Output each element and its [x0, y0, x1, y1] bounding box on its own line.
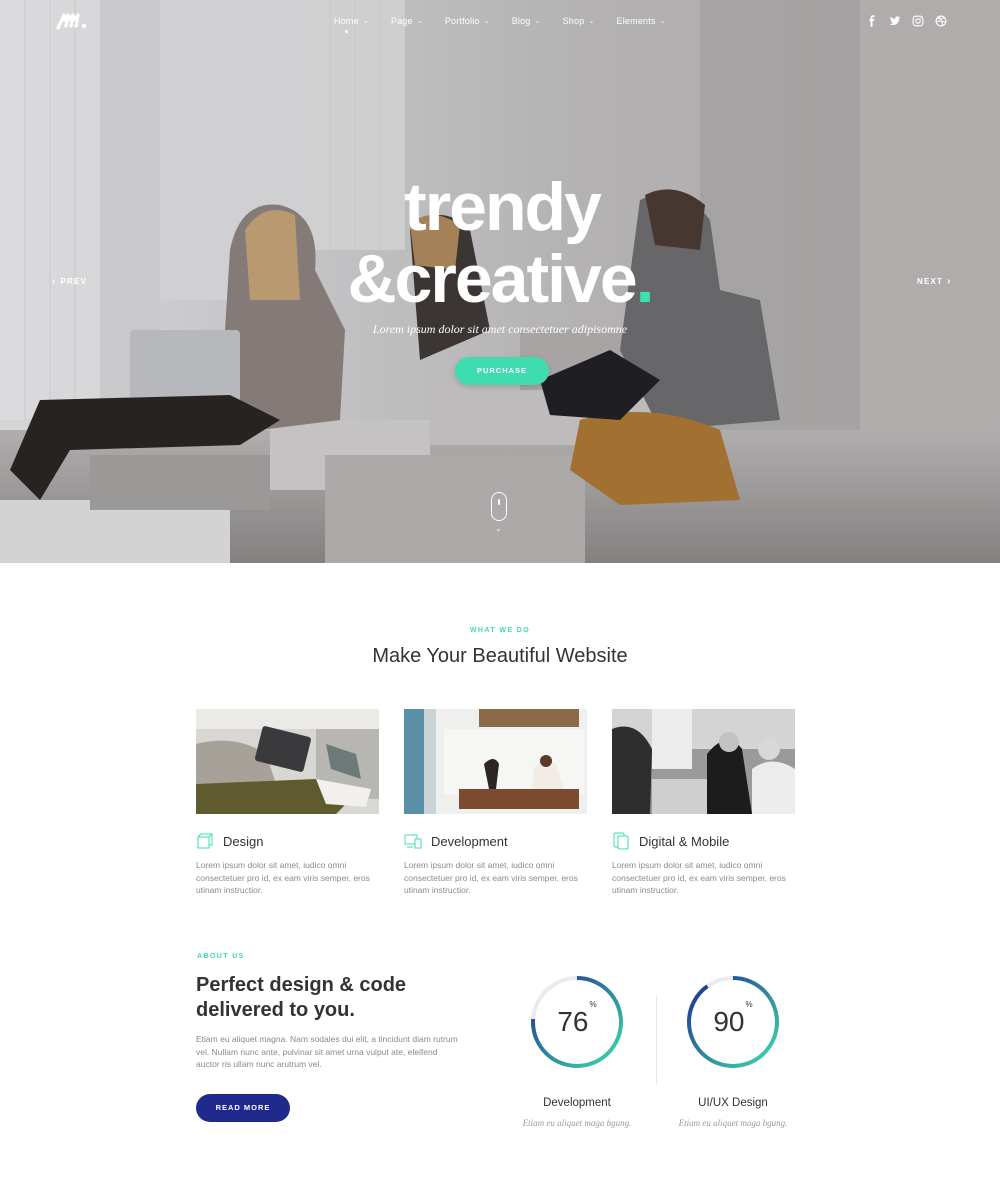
design-title: Design	[223, 833, 264, 849]
development-title: Development	[431, 833, 508, 849]
chevron-down-icon: ⌄	[495, 524, 502, 533]
about-title-line1: Perfect design & code	[196, 974, 407, 996]
twitter-icon[interactable]	[889, 15, 901, 27]
skill-value: 90%	[683, 1000, 783, 1038]
digital-mobile-title: Digital & Mobile	[639, 833, 730, 849]
nav-shop[interactable]: Shop ⌄	[563, 16, 595, 26]
skill-number: 76	[557, 1006, 589, 1037]
hero-slider: Home ⌄ Page ⌄ Portfolio ⌄ Blog ⌄ Shop ⌄ Eleme…	[0, 0, 1000, 563]
chevron-down-icon: ⌄	[483, 18, 490, 25]
hero-headline-line1: trendy	[404, 169, 602, 245]
skill-gauge-uiux: 90% UI/UX Design Etiam eu aliquet maga b…	[679, 972, 793, 1128]
about-eyebrow: ABOUT US	[197, 953, 245, 960]
skill-caption: Etiam eu aliquet maga bgung.	[522, 1118, 632, 1128]
nav-portfolio-label: Portfolio	[444, 16, 480, 26]
hero-headline-dot: .	[635, 241, 655, 317]
nav-blog[interactable]: Blog ⌄	[512, 16, 541, 26]
development-title-row: Development	[404, 832, 587, 850]
skill-value: 76%	[527, 1000, 627, 1038]
service-card-design: Design Lorem ipsum dolor sit amet, iudic…	[196, 709, 379, 897]
whatwedo-title: Make Your Beautiful Website	[372, 645, 628, 667]
nav-page[interactable]: Page ⌄	[391, 16, 423, 26]
chevron-down-icon: ⌄	[416, 18, 423, 25]
chevron-down-icon: ⌄	[659, 18, 666, 25]
design-description: Lorem ipsum dolor sit amet, iudico omni …	[196, 860, 370, 895]
skill-unit: %	[745, 999, 753, 1009]
development-description: Lorem ipsum dolor sit amet, iudico omni …	[404, 860, 578, 895]
devices-icon	[404, 834, 422, 849]
skill-label: UI/UX Design	[698, 1097, 768, 1109]
cube-icon	[197, 833, 213, 849]
digital-mobile-title-row: Digital & Mobile	[612, 832, 795, 850]
mouse-scroll-icon[interactable]	[491, 492, 507, 521]
digital-mobile-photo[interactable]	[612, 709, 795, 814]
nav-portfolio[interactable]: Portfolio ⌄	[445, 16, 490, 26]
development-photo[interactable]	[404, 709, 587, 814]
skill-caption: Etiam eu aliquet maga bgung.	[678, 1118, 788, 1128]
hero-tagline: Lorem ipsum dolor sit amet consectetuer …	[372, 322, 628, 336]
digital-mobile-description: Lorem ipsum dolor sit amet, iudico omni …	[612, 860, 786, 895]
skill-label: Development	[543, 1097, 611, 1109]
purchase-button[interactable]: PURCHASE	[455, 357, 549, 385]
nav-blog-label: Blog	[511, 16, 531, 26]
whatwedo-eyebrow: WHAT WE DO	[469, 627, 531, 634]
service-card-development: Development Lorem ipsum dolor sit amet, …	[404, 709, 587, 897]
skill-number: 90	[713, 1006, 745, 1037]
skill-gauge-development: 76% Development Etiam eu aliquet maga bg…	[523, 972, 637, 1128]
nav-page-label: Page	[390, 16, 413, 26]
nav-shop-label: Shop	[562, 16, 585, 26]
hero-headline-line2: &creative.	[0, 240, 1000, 318]
chevron-down-icon: ⌄	[534, 18, 541, 25]
chevron-down-icon: ⌄	[362, 18, 369, 25]
about-title-line2: delivered to you.	[196, 999, 355, 1021]
site-logo[interactable]	[55, 10, 91, 32]
mobile-icon	[613, 832, 629, 850]
read-more-button[interactable]: READ MORE	[196, 1094, 290, 1122]
hero-headline-text: &creative	[347, 241, 637, 317]
nav-home[interactable]: Home ⌄	[334, 16, 369, 33]
nav-home-label: Home	[334, 16, 359, 26]
design-title-row: Design	[196, 832, 379, 850]
instagram-icon[interactable]	[912, 15, 924, 27]
about-title: Perfect design & code delivered to you.	[196, 973, 496, 1023]
service-card-digital-mobile: Digital & Mobile Lorem ipsum dolor sit a…	[612, 709, 795, 897]
about-text: Etiam eu aliquet magna. Nam sodales dui …	[196, 1034, 458, 1069]
nav-elements[interactable]: Elements ⌄	[617, 16, 666, 26]
skill-unit: %	[589, 999, 597, 1009]
facebook-icon[interactable]	[866, 15, 878, 27]
nav-elements-label: Elements	[616, 16, 656, 26]
chevron-down-icon: ⌄	[588, 18, 595, 25]
dribbble-icon[interactable]	[935, 15, 947, 27]
social-links	[866, 15, 947, 27]
gauge-divider	[656, 995, 657, 1085]
main-nav: Home ⌄ Page ⌄ Portfolio ⌄ Blog ⌄ Shop ⌄ Eleme…	[334, 16, 688, 33]
design-photo[interactable]	[196, 709, 379, 814]
